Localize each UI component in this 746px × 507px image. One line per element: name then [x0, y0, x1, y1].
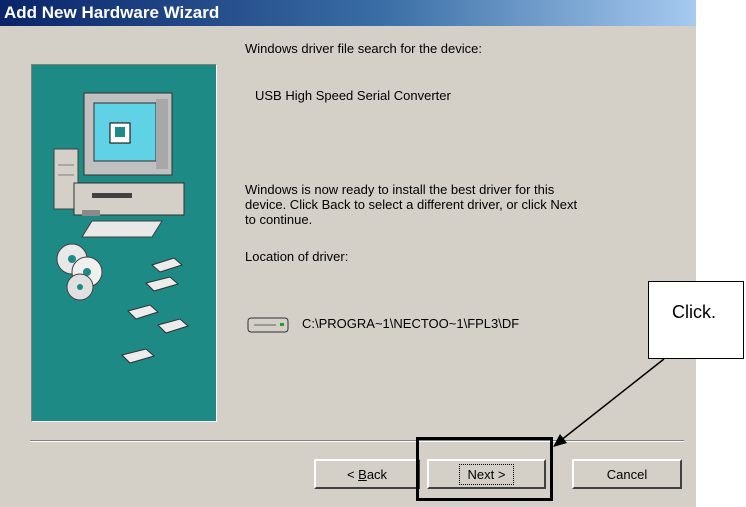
callout-box: Click. [648, 281, 744, 359]
callout-arrow [553, 358, 665, 447]
callout-text: Click. [672, 302, 716, 322]
